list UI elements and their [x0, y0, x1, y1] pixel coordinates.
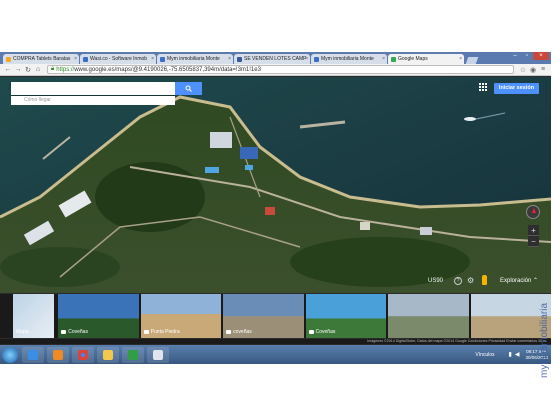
tab-mym-inmobiliaria[interactable]: Mym inmobiliaria Monte × [157, 54, 233, 64]
network-icon[interactable]: ▮ [509, 351, 512, 358]
scale-label: US90 [428, 278, 444, 284]
back-arrow-icon[interactable]: ← [3, 66, 13, 73]
taskbar-media-icon[interactable] [47, 346, 69, 363]
minimize-icon[interactable]: – [509, 52, 521, 60]
close-tab-icon[interactable]: × [382, 56, 385, 62]
photo-caption: Mapa [16, 329, 29, 335]
close-tab-icon[interactable]: × [74, 56, 77, 62]
forward-arrow-icon[interactable]: → [13, 66, 23, 73]
browser-tab-strip: COMPRA Tablets Baratas × Wasi.co - Softw… [0, 52, 551, 64]
taskbar-folder-icon[interactable] [97, 346, 119, 363]
photo-thumbnail[interactable] [388, 294, 469, 338]
tab-label: SE VENDEN LOTES CAMP [244, 56, 307, 62]
close-tab-icon[interactable]: × [151, 56, 154, 62]
close-tab-icon[interactable]: × [228, 56, 231, 62]
menu-icon[interactable]: ≡ [538, 66, 548, 73]
tray-links-label[interactable]: Vínculos [475, 352, 494, 358]
tab-label: Google Maps [398, 56, 428, 62]
new-tab-button[interactable] [465, 57, 479, 64]
pegman-icon[interactable] [482, 275, 487, 285]
tab-se-venden-lotes[interactable]: SE VENDEN LOTES CAMP × [234, 54, 310, 64]
tab-wasi[interactable]: Wasi.co - Software Inmob × [80, 54, 156, 64]
lock-icon: 🔒︎ [51, 66, 55, 72]
satellite-map[interactable]: Cómo llegar Iniciar sesión + − US90 ? ⚙ … [0, 77, 551, 293]
maximize-icon[interactable]: ▫ [521, 52, 533, 60]
url-text: www.google.es/maps/@9.4190026,-75.650583… [74, 66, 261, 73]
exploration-label[interactable]: Exploración [500, 278, 531, 284]
help-icon[interactable]: ? [454, 277, 462, 285]
tab-google-maps[interactable]: Google Maps × [388, 54, 464, 64]
photo-thumbnail[interactable]: coveñas [223, 294, 304, 338]
photo-caption: Coveñas [308, 329, 335, 335]
close-tab-icon[interactable]: × [305, 56, 308, 62]
watermark: mym inmobiliaria [536, 140, 550, 380]
camera-icon [143, 330, 149, 334]
tab-mym-inmobiliaria-2[interactable]: Mym inmobiliaria Monte × [311, 54, 387, 64]
photo-thumbnail[interactable]: Coveñas [58, 294, 139, 338]
google-maps-favicon-icon [391, 56, 396, 62]
watermark-text: mym inmobiliaria [539, 303, 550, 378]
favicon-icon [6, 56, 11, 62]
sign-in-button[interactable]: Iniciar sesión [494, 83, 539, 94]
favicon-icon [83, 56, 88, 62]
photo-caption: Punta Piedra [143, 329, 180, 335]
gear-icon[interactable]: ⚙ [467, 277, 474, 285]
map-search-input[interactable] [11, 82, 175, 95]
photo-strip: Mapa Coveñas Punta Piedra coveñas Coveña… [0, 294, 551, 338]
taskbar-window-icon[interactable] [147, 346, 169, 363]
favicon-icon [160, 56, 165, 62]
tab-label: COMPRA Tablets Baratas [13, 56, 71, 62]
tab-label: Mym inmobiliaria Monte [167, 56, 220, 62]
map-search-button[interactable] [175, 82, 202, 95]
camera-icon [308, 330, 314, 334]
extension-icon[interactable]: ◉ [528, 66, 538, 74]
photo-caption: coveñas [226, 329, 252, 335]
photo-thumbnail[interactable]: Coveñas [305, 294, 387, 338]
camera-icon [226, 330, 232, 334]
close-tab-icon[interactable]: × [459, 56, 462, 62]
address-bar[interactable]: 🔒︎ https:// www.google.es/maps/@9.419002… [47, 65, 514, 74]
camera-icon [61, 330, 67, 334]
map-attribution: Imágenes ©2014 DigitalGlobe, Datos del m… [0, 339, 551, 344]
tab-label: Mym inmobiliaria Monte [321, 56, 374, 62]
apps-grid-icon[interactable] [479, 83, 487, 91]
taskbar-chrome-icon[interactable] [72, 346, 94, 363]
close-window-icon[interactable]: × [533, 52, 549, 60]
reload-icon[interactable]: ↻ [23, 66, 33, 74]
windows-start-icon[interactable] [2, 346, 18, 363]
screenshot-frame: COMPRA Tablets Baratas × Wasi.co - Softw… [0, 52, 551, 364]
map-thumbnail[interactable]: Mapa [13, 294, 55, 338]
tab-label: Wasi.co - Software Inmob [90, 56, 148, 62]
windows-taskbar: Vínculos ▮ ◀ 08:17 a.m. 30/06/2014 [0, 345, 551, 364]
taskbar-app-icon[interactable] [122, 346, 144, 363]
search-icon [185, 85, 192, 92]
photo-caption: Coveñas [61, 329, 88, 335]
facebook-icon [237, 56, 242, 62]
tab-compra-tablets[interactable]: COMPRA Tablets Baratas × [3, 54, 79, 64]
taskbar-ie-icon[interactable] [22, 346, 44, 363]
browser-toolbar: ← → ↻ ⌂ 🔒︎ https:// www.google.es/maps/@… [0, 64, 551, 76]
window-controls: – ▫ × [509, 52, 549, 60]
home-icon[interactable]: ⌂ [33, 66, 43, 73]
photo-thumbnail[interactable]: Punta Piedra [140, 294, 222, 338]
favicon-icon [314, 56, 319, 62]
volume-icon[interactable]: ◀ [515, 351, 520, 358]
directions-link[interactable]: Cómo llegar [11, 96, 175, 105]
satellite-imagery [0, 77, 551, 293]
url-scheme: https:// [56, 66, 75, 73]
bookmark-star-icon[interactable]: ☆ [518, 66, 528, 74]
